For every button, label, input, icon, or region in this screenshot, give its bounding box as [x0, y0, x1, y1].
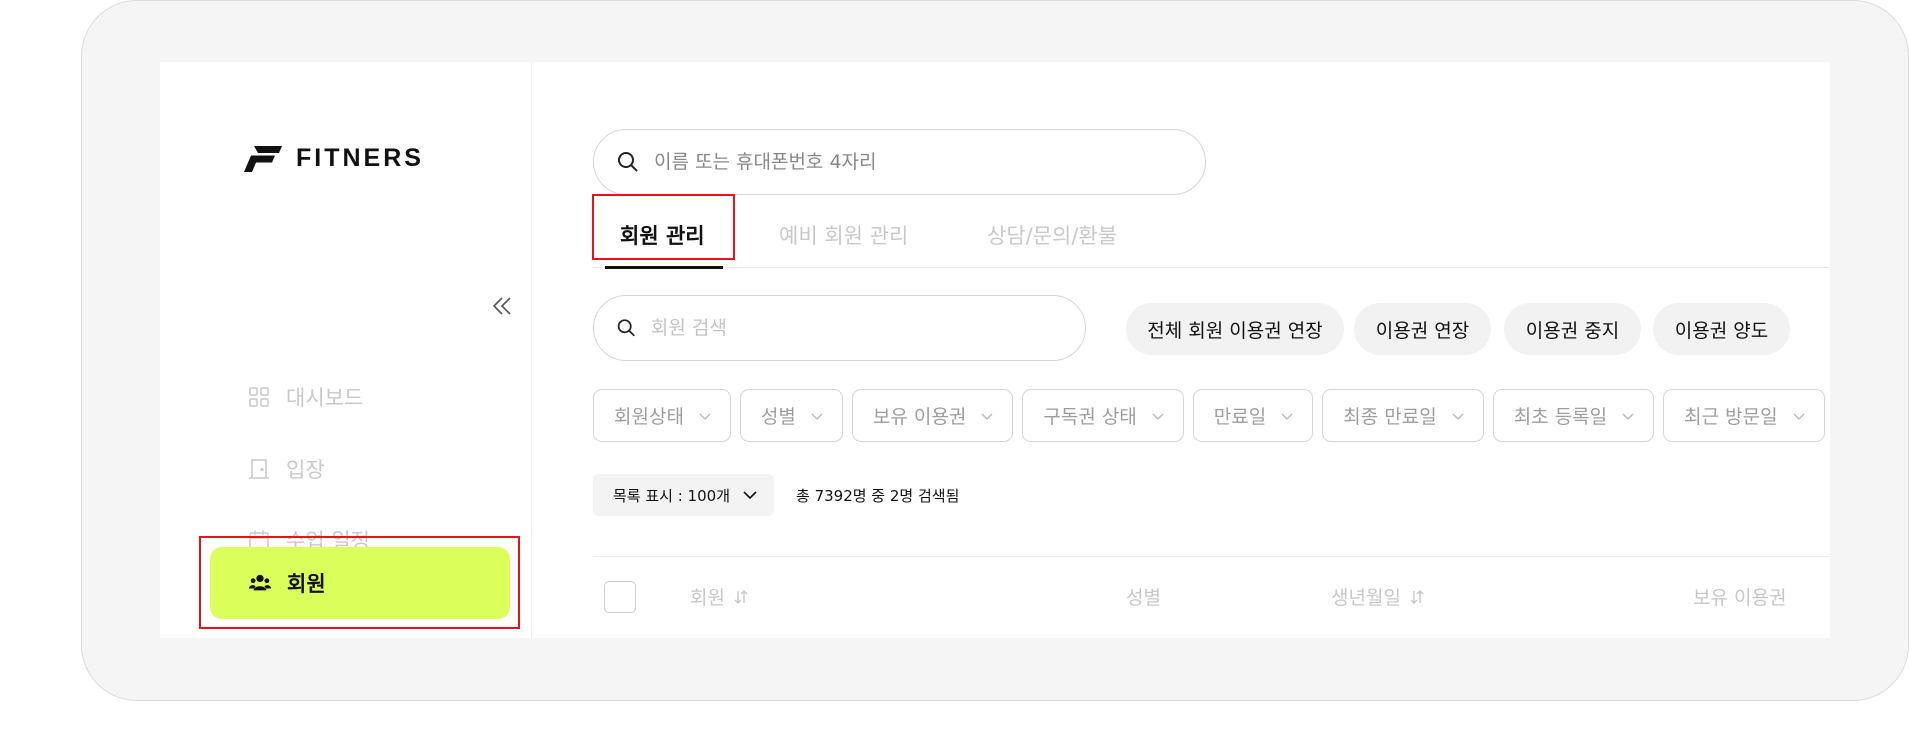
- sort-icon: [1410, 589, 1424, 604]
- sidebar: FITNERS 대시보드 입장 수업 일정 회원: [160, 62, 532, 638]
- column-label: 보유 이용권: [1693, 587, 1787, 609]
- brand-name: FITNERS: [296, 144, 424, 172]
- extend-all-button[interactable]: 전체 회원 이용권 연장: [1126, 303, 1344, 355]
- column-header-gender[interactable]: 성별: [1126, 583, 1161, 610]
- filter-label: 최근 방문일: [1684, 406, 1778, 428]
- tab-prospective-members[interactable]: 예비 회원 관리: [779, 202, 908, 268]
- select-all-checkbox[interactable]: [604, 581, 636, 613]
- tab-label: 상담/문의/환불: [987, 224, 1118, 248]
- pause-membership-button[interactable]: 이용권 중지: [1504, 303, 1641, 355]
- chevron-down-icon: [1622, 412, 1634, 420]
- column-label: 회원: [690, 587, 725, 609]
- filter-member-status[interactable]: 회원상태: [593, 389, 731, 442]
- tab-bar: 회원 관리 예비 회원 관리 상담/문의/환불: [593, 202, 1830, 269]
- column-header-owned-pass[interactable]: 보유 이용권: [1693, 583, 1786, 610]
- filter-label: 최초 등록일: [1513, 406, 1608, 428]
- page-size-dropdown[interactable]: 목록 표시 : 100개: [593, 474, 774, 516]
- search-icon: [618, 152, 638, 172]
- extend-membership-button[interactable]: 이용권 연장: [1354, 303, 1491, 355]
- filter-expiry-date[interactable]: 만료일: [1192, 389, 1314, 442]
- tab-label: 회원 관리: [620, 224, 705, 248]
- sort-icon: [734, 589, 748, 604]
- chevron-down-icon: [1152, 412, 1164, 420]
- global-search-input[interactable]: [654, 151, 1154, 173]
- sidebar-item-label: 입장: [286, 458, 325, 482]
- fitners-logo-icon: [244, 145, 282, 172]
- member-search[interactable]: [593, 295, 1086, 361]
- page-size-label: 목록 표시 : 100개: [613, 486, 730, 505]
- filter-gender[interactable]: 성별: [739, 389, 843, 442]
- chevron-down-icon: [1281, 412, 1293, 420]
- result-count: 총 7392명 중 2명 검색됨: [796, 486, 960, 505]
- active-tab-indicator: [605, 265, 723, 269]
- filter-first-registration-date[interactable]: 최초 등록일: [1492, 389, 1655, 442]
- transfer-membership-button[interactable]: 이용권 양도: [1653, 303, 1790, 355]
- filter-label: 성별: [760, 406, 796, 428]
- column-label: 생년월일: [1331, 587, 1401, 609]
- sidebar-item-members[interactable]: 회원: [210, 547, 510, 619]
- filter-label: 만료일: [1213, 406, 1267, 428]
- chevron-down-icon: [1793, 412, 1805, 420]
- sidebar-item-label: 회원: [287, 572, 326, 596]
- filter-label: 보유 이용권: [872, 406, 967, 428]
- filter-label: 회원상태: [614, 406, 684, 428]
- sidebar-item-label: 대시보드: [286, 386, 364, 410]
- filter-bar: 회원상태 성별 보유 이용권 구독권 상태 만료일 최종 만료일 최초 등록일 …: [593, 389, 1825, 442]
- sidebar-item-entry[interactable]: 입장: [209, 434, 509, 504]
- tab-consultation[interactable]: 상담/문의/환불: [987, 202, 1117, 268]
- column-header-birthdate[interactable]: 생년월일: [1331, 583, 1425, 610]
- chevron-down-icon: [699, 412, 711, 420]
- tab-label: 예비 회원 관리: [779, 224, 909, 248]
- members-icon: [249, 574, 271, 591]
- chevron-down-icon: [743, 491, 757, 500]
- door-icon: [249, 459, 269, 479]
- sidebar-item-dashboard[interactable]: 대시보드: [209, 362, 509, 432]
- member-search-input[interactable]: [650, 317, 1085, 339]
- grid-icon: [249, 387, 269, 407]
- column-label: 성별: [1126, 587, 1161, 609]
- tab-member-management[interactable]: 회원 관리: [620, 202, 705, 268]
- brand-logo[interactable]: FITNERS: [244, 144, 424, 173]
- table-header: 회원 성별 생년월일 보유 이용권: [593, 556, 1830, 638]
- filter-label: 최종 만료일: [1343, 406, 1437, 428]
- main-content: 회원 관리 예비 회원 관리 상담/문의/환불 전체 회원 이용권 연장 이용권…: [532, 62, 1830, 638]
- chevron-down-icon: [1452, 412, 1464, 420]
- filter-label: 구독권 상태: [1043, 406, 1137, 428]
- filter-owned-pass[interactable]: 보유 이용권: [851, 389, 1014, 442]
- column-header-member[interactable]: 회원: [690, 583, 749, 610]
- collapse-sidebar-icon[interactable]: [490, 294, 514, 318]
- filter-last-visit-date[interactable]: 최근 방문일: [1663, 389, 1825, 442]
- global-search[interactable]: [593, 129, 1206, 195]
- search-icon: [617, 319, 635, 337]
- filter-subscription-status[interactable]: 구독권 상태: [1022, 389, 1184, 442]
- filter-final-expiry-date[interactable]: 최종 만료일: [1322, 389, 1484, 442]
- chevron-down-icon: [811, 412, 823, 420]
- app-window: FITNERS 대시보드 입장 수업 일정 회원 이름 또는 휴대폰번호 4자리…: [160, 62, 1830, 638]
- chevron-down-icon: [981, 412, 993, 420]
